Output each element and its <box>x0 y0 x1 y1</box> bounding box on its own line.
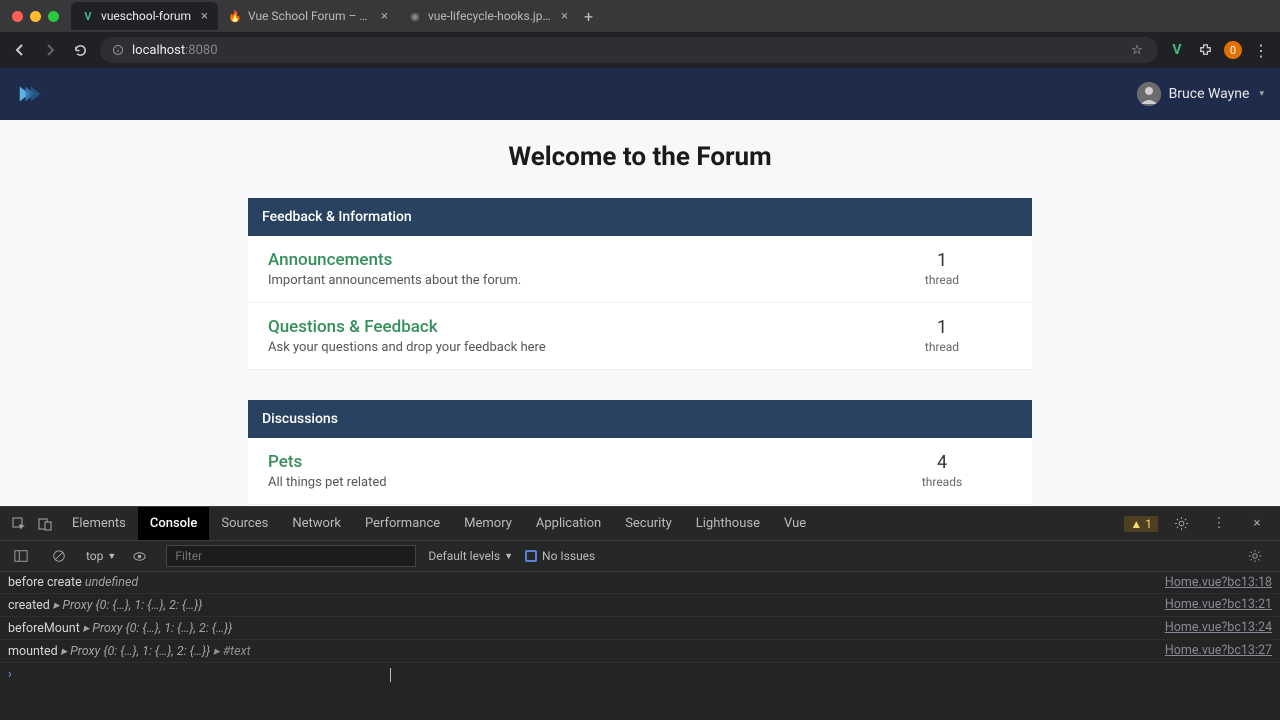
console-sidebar-icon[interactable] <box>10 545 32 567</box>
app-header: Bruce Wayne ▾ <box>0 68 1280 120</box>
thread-count: 1 <box>872 250 1012 271</box>
console-prompt[interactable]: › <box>0 663 1280 686</box>
text-cursor <box>390 668 391 682</box>
thread-count: 1 <box>872 317 1012 338</box>
forum-row-announcements[interactable]: Announcements Important announcements ab… <box>248 236 1032 303</box>
forum-row-pets[interactable]: Pets All things pet related 4 threads <box>248 438 1032 505</box>
log-source-link[interactable]: Home.vue?bc13:21 <box>1165 597 1272 613</box>
issues-indicator[interactable]: No Issues <box>525 549 595 563</box>
reload-button[interactable] <box>70 40 90 60</box>
thread-label: threads <box>872 475 1012 489</box>
tab-memory[interactable]: Memory <box>452 507 524 541</box>
browser-toolbar: localhost:8080 ☆ V 0 ⋮ <box>0 32 1280 68</box>
app-logo[interactable] <box>16 79 46 109</box>
back-button[interactable] <box>10 40 30 60</box>
bookmark-icon[interactable]: ☆ <box>1128 41 1146 59</box>
prompt-caret-icon: › <box>8 667 12 682</box>
maximize-window-button[interactable] <box>48 11 59 22</box>
page-title: Welcome to the Forum <box>0 120 1280 198</box>
forum-title[interactable]: Announcements <box>268 250 872 270</box>
close-devtools-icon[interactable]: × <box>1246 513 1268 535</box>
vue-devtools-extension-icon[interactable]: V <box>1168 41 1186 59</box>
forum-container: Feedback & Information Announcements Imp… <box>248 198 1032 506</box>
inspect-element-icon[interactable] <box>8 513 30 535</box>
tab-title: vue-lifecycle-hooks.jpg (1200 <box>428 9 551 23</box>
thread-label: thread <box>872 273 1012 287</box>
firebase-favicon-icon: 🔥 <box>228 9 242 23</box>
live-expression-icon[interactable] <box>128 545 150 567</box>
tab-vue[interactable]: Vue <box>772 507 818 541</box>
chevron-down-icon: ▾ <box>1259 89 1264 99</box>
url-host: localhost <box>132 43 185 58</box>
url-port: :8080 <box>185 43 217 58</box>
extensions-icon[interactable] <box>1196 41 1214 59</box>
category-header-feedback: Feedback & Information <box>248 198 1032 236</box>
console-filter-input[interactable] <box>166 545 416 567</box>
site-info-icon <box>112 44 124 56</box>
close-tab-icon[interactable]: × <box>381 9 388 24</box>
log-line[interactable]: mounted ▸ Proxy {0: {…}, 1: {…}, 2: {…}}… <box>0 640 1280 663</box>
forum-desc: Ask your questions and drop your feedbac… <box>268 340 872 355</box>
tab-vue-school-forum-cloud[interactable]: 🔥 Vue School Forum – Cloud Fir × <box>218 2 398 30</box>
thread-label: thread <box>872 340 1012 354</box>
tab-security[interactable]: Security <box>613 507 684 541</box>
settings-gear-icon[interactable] <box>1170 513 1192 535</box>
profile-badge[interactable]: 0 <box>1224 41 1242 59</box>
close-window-button[interactable] <box>12 11 23 22</box>
tab-performance[interactable]: Performance <box>353 507 452 541</box>
devtools-tab-bar: Elements Console Sources Network Perform… <box>0 506 1280 540</box>
issues-icon <box>525 550 537 562</box>
close-tab-icon[interactable]: × <box>561 9 568 24</box>
forum-title[interactable]: Questions & Feedback <box>268 317 872 337</box>
tab-application[interactable]: Application <box>524 507 613 541</box>
user-menu[interactable]: Bruce Wayne ▾ <box>1137 82 1264 106</box>
log-levels-selector[interactable]: Default levels ▼ <box>428 549 513 563</box>
devtools-panel: Elements Console Sources Network Perform… <box>0 506 1280 720</box>
vue-favicon-icon: V <box>81 9 95 23</box>
tab-vue-lifecycle-image[interactable]: ◉ vue-lifecycle-hooks.jpg (1200 × <box>398 2 578 30</box>
tab-sources[interactable]: Sources <box>209 507 280 541</box>
category-header-discussions: Discussions <box>248 400 1032 438</box>
address-bar[interactable]: localhost:8080 ☆ <box>100 37 1158 63</box>
tab-title: vueschool-forum <box>101 9 191 23</box>
window-controls <box>12 11 59 22</box>
avatar <box>1137 82 1161 106</box>
new-tab-button[interactable]: + <box>584 7 593 26</box>
image-favicon-icon: ◉ <box>408 9 422 23</box>
forward-button[interactable] <box>40 40 60 60</box>
user-name: Bruce Wayne <box>1169 86 1250 102</box>
execution-context-selector[interactable]: top ▼ <box>86 549 116 563</box>
browser-menu-icon[interactable]: ⋮ <box>1252 41 1270 59</box>
devtools-menu-icon[interactable]: ⋮ <box>1208 513 1230 535</box>
clear-console-icon[interactable] <box>48 545 70 567</box>
log-source-link[interactable]: Home.vue?bc13:24 <box>1165 620 1272 636</box>
forum-title[interactable]: Pets <box>268 452 872 472</box>
page-content: Welcome to the Forum Feedback & Informat… <box>0 120 1280 506</box>
console-settings-gear-icon[interactable] <box>1244 545 1266 567</box>
tab-console[interactable]: Console <box>138 507 209 541</box>
tab-vueschool-forum[interactable]: V vueschool-forum × <box>71 2 218 30</box>
console-toolbar: top ▼ Default levels ▼ No Issues <box>0 540 1280 572</box>
browser-tab-strip: V vueschool-forum × 🔥 Vue School Forum –… <box>0 0 1280 32</box>
log-line[interactable]: before create undefined Home.vue?bc13:18 <box>0 572 1280 594</box>
log-source-link[interactable]: Home.vue?bc13:18 <box>1165 575 1272 590</box>
forum-row-questions[interactable]: Questions & Feedback Ask your questions … <box>248 303 1032 370</box>
close-tab-icon[interactable]: × <box>201 9 208 24</box>
thread-count: 4 <box>872 452 1012 473</box>
log-line[interactable]: created ▸ Proxy {0: {…}, 1: {…}, 2: {…}}… <box>0 594 1280 617</box>
warnings-badge[interactable]: ▲ 1 <box>1124 516 1158 532</box>
tab-lighthouse[interactable]: Lighthouse <box>684 507 772 541</box>
device-toolbar-icon[interactable] <box>34 513 56 535</box>
log-line[interactable]: beforeMount ▸ Proxy {0: {…}, 1: {…}, 2: … <box>0 617 1280 640</box>
tab-network[interactable]: Network <box>280 507 353 541</box>
log-source-link[interactable]: Home.vue?bc13:27 <box>1165 643 1272 659</box>
forum-desc: All things pet related <box>268 475 872 490</box>
minimize-window-button[interactable] <box>30 11 41 22</box>
console-log-area: before create undefined Home.vue?bc13:18… <box>0 572 1280 720</box>
tab-title: Vue School Forum – Cloud Fir <box>248 9 371 23</box>
tab-elements[interactable]: Elements <box>60 507 138 541</box>
forum-desc: Important announcements about the forum. <box>268 273 872 288</box>
